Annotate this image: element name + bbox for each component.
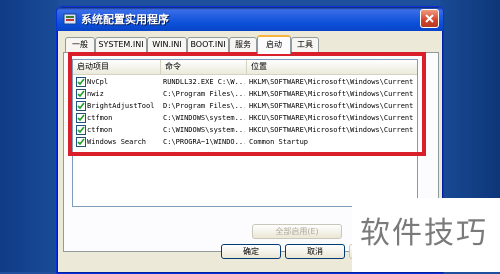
- startup-item-name: BrightAdjustTool: [87, 102, 155, 110]
- startup-command: C:\Program Files\...: [163, 90, 245, 98]
- title-bar[interactable]: 系统配置实用程序: [57, 7, 443, 31]
- startup-item-name: NvCpl: [87, 78, 109, 86]
- desktop-background-left: [0, 0, 58, 272]
- column-header-location[interactable]: 位置: [247, 60, 417, 74]
- startup-command: C:\PROGRA~1\WINDO...: [163, 138, 245, 146]
- startup-list[interactable]: 启动项目 命令 位置 NvCpl RUNDLL32.EXE C:\W... HK…: [72, 59, 418, 207]
- tab-win-ini[interactable]: WIN.INI: [147, 37, 187, 52]
- watermark: 软件技巧: [352, 198, 500, 272]
- startup-item-name: ctfmon: [87, 114, 113, 122]
- watermark-text: 软件技巧: [360, 216, 488, 251]
- table-row[interactable]: ctfmon C:\WINDOWS\system... HKCU\SOFTWAR…: [73, 124, 417, 136]
- startup-command: RUNDLL32.EXE C:\W...: [163, 78, 245, 86]
- check-icon: [77, 102, 85, 110]
- tab-general[interactable]: 一般: [65, 37, 95, 52]
- table-row[interactable]: nwiz C:\Program Files\... HKLM\SOFTWARE\…: [73, 88, 417, 100]
- tab-strip: 一般 SYSTEM.INI WIN.INI BOOT.INI 服务 启动 工具: [63, 35, 439, 54]
- check-icon: [77, 114, 85, 122]
- check-icon: [77, 126, 85, 134]
- table-row[interactable]: Windows Search C:\PROGRA~1\WINDO... Comm…: [73, 136, 417, 148]
- tab-startup[interactable]: 启动: [257, 35, 291, 54]
- check-icon: [77, 78, 85, 86]
- startup-checkbox[interactable]: [76, 113, 86, 123]
- app-icon: [63, 13, 77, 25]
- tab-boot-ini[interactable]: BOOT.INI: [187, 37, 229, 52]
- table-row[interactable]: ctfmon C:\WINDOWS\system... HKCU\SOFTWAR…: [73, 112, 417, 124]
- startup-item-name: Windows Search: [87, 138, 147, 146]
- startup-location: HKCU\SOFTWARE\Microsoft\Windows\Current.…: [249, 126, 415, 134]
- window-title: 系统配置实用程序: [81, 13, 169, 26]
- startup-checkbox[interactable]: [76, 101, 86, 111]
- close-button[interactable]: [420, 9, 439, 28]
- startup-location: HKCU\SOFTWARE\Microsoft\Windows\Current.…: [249, 114, 415, 122]
- table-row[interactable]: NvCpl RUNDLL32.EXE C:\W... HKLM\SOFTWARE…: [73, 76, 417, 88]
- startup-item-name: nwiz: [87, 90, 104, 98]
- startup-location: HKLM\SOFTWARE\Microsoft\Windows\Current.…: [249, 102, 415, 110]
- close-icon: [425, 14, 434, 23]
- table-row[interactable]: BrightAdjustTool D:\Program Files\... HK…: [73, 100, 417, 112]
- enable-all-button[interactable]: 全部启用(E): [252, 224, 342, 239]
- startup-command: C:\WINDOWS\system...: [163, 126, 245, 134]
- startup-item-name: ctfmon: [87, 126, 113, 134]
- startup-location: Common Startup: [249, 138, 309, 146]
- column-header-command[interactable]: 命令: [161, 60, 247, 74]
- startup-checkbox[interactable]: [76, 77, 86, 87]
- startup-command: C:\WINDOWS\system...: [163, 114, 245, 122]
- cancel-button[interactable]: 取消: [285, 244, 345, 259]
- startup-checkbox[interactable]: [76, 137, 86, 147]
- check-icon: [77, 138, 85, 146]
- tab-tools[interactable]: 工具: [291, 37, 319, 52]
- check-icon: [77, 90, 85, 98]
- tab-system-ini[interactable]: SYSTEM.INI: [95, 37, 147, 52]
- tab-services[interactable]: 服务: [229, 37, 257, 52]
- startup-location: HKLM\SOFTWARE\Microsoft\Windows\Current.…: [249, 90, 415, 98]
- column-header-item[interactable]: 启动项目: [73, 60, 161, 74]
- startup-checkbox[interactable]: [76, 125, 86, 135]
- list-header: 启动项目 命令 位置: [73, 60, 417, 75]
- startup-command: D:\Program Files\...: [163, 102, 245, 110]
- startup-checkbox[interactable]: [76, 89, 86, 99]
- ok-button[interactable]: 确定: [221, 244, 281, 259]
- startup-location: HKLM\SOFTWARE\Microsoft\Windows\Current.…: [249, 78, 415, 86]
